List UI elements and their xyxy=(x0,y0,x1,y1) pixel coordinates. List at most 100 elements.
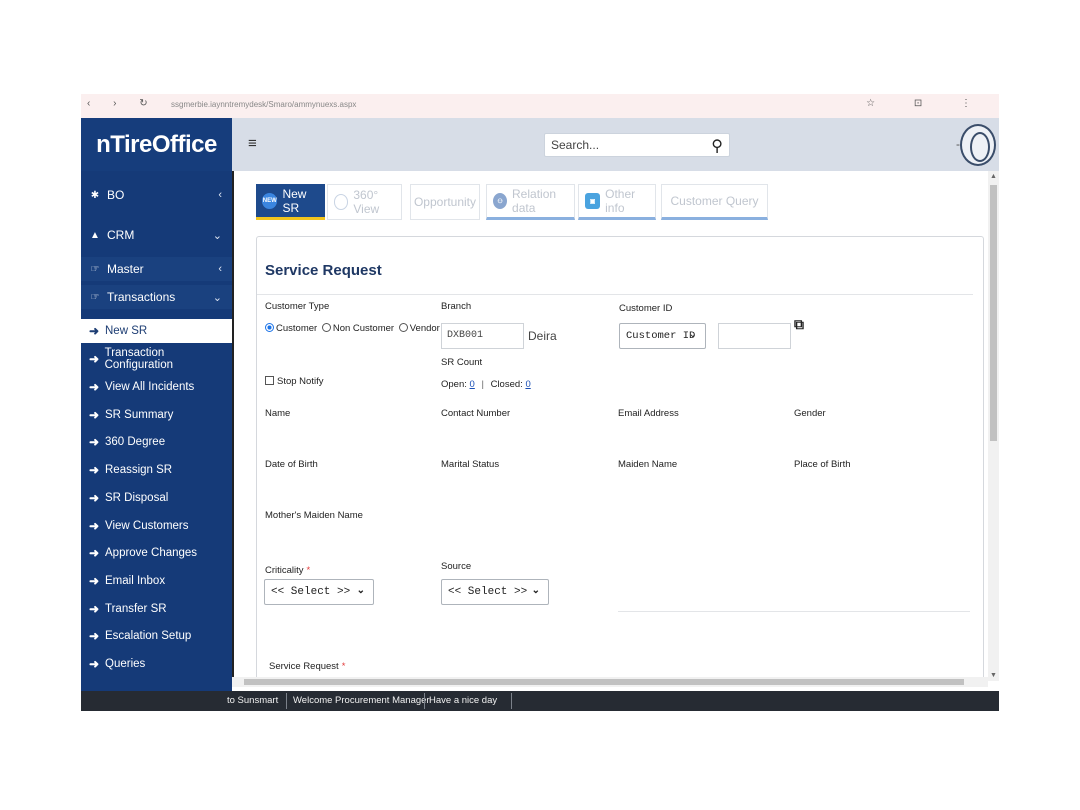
sidebar-section-label: Master xyxy=(107,262,144,276)
hamburger-menu-icon[interactable]: ≡ xyxy=(248,135,257,152)
scroll-up-icon[interactable]: ▲ xyxy=(990,173,997,180)
status-divider xyxy=(286,693,287,709)
criticality-select[interactable]: << Select >> ⌄ xyxy=(264,579,374,605)
arrow-right-icon: ➜ xyxy=(89,574,100,588)
vendor-radio[interactable] xyxy=(398,323,408,332)
sidebar-item-label: SR Summary xyxy=(105,409,174,421)
sidebar-item-email-inbox[interactable]: ➜ Email Inbox xyxy=(81,569,232,593)
sidebar-item-view-all-incidents[interactable]: ➜ View All Incidents xyxy=(81,375,232,399)
maiden-name-label: Maiden Name xyxy=(618,459,678,470)
sr-count-values: Open: 0 | Closed: 0 xyxy=(441,379,531,390)
source-select[interactable]: << Select >> ⌄ xyxy=(441,579,549,605)
sidebar-item-label: Queries xyxy=(105,658,146,670)
sidebar-item-label: View Customers xyxy=(105,520,189,532)
required-mark: * xyxy=(341,661,346,672)
browser-nav-icons[interactable]: ‹ › ↻ xyxy=(87,98,158,109)
arrow-right-icon: ➜ xyxy=(89,629,100,643)
horizontal-scrollbar[interactable] xyxy=(232,677,988,687)
external-link-icon[interactable]: ⧉ xyxy=(794,316,804,333)
arrow-right-icon: ➜ xyxy=(89,657,100,671)
scroll-down-icon[interactable]: ▼ xyxy=(990,672,997,679)
scrollbar-thumb[interactable] xyxy=(990,185,997,441)
user-icon: ▲ xyxy=(90,229,100,241)
arrow-right-icon: ➜ xyxy=(89,463,100,477)
sidebar-item-approve-changes[interactable]: ➜ Approve Changes xyxy=(81,541,232,565)
sidebar-item-transaction-configuration[interactable]: ➜ Transaction Configuration xyxy=(81,347,232,371)
top-header: ≡ Search... ⚲ - xyxy=(232,118,999,171)
closed-count-link[interactable]: 0 xyxy=(525,379,530,390)
hscrollbar-thumb[interactable] xyxy=(244,679,964,685)
tab-360-view[interactable]: 360° View xyxy=(327,184,402,220)
sidebar-item-label: Transaction Configuration xyxy=(104,347,173,371)
non-customer-radio-label: Non Customer xyxy=(332,323,395,334)
non-customer-radio[interactable] xyxy=(321,323,331,332)
sidebar-section-master[interactable]: ☞ Master ‹ xyxy=(81,257,232,281)
marital-status-label: Marital Status xyxy=(441,459,500,470)
open-label: Open: xyxy=(441,379,467,390)
browser-toolbar: ‹ › ↻ ssgmerbie.iaynntremydesk/Smaro/amm… xyxy=(81,94,999,118)
tab-relation-data[interactable]: ⚇ Relation data xyxy=(486,184,575,220)
sidebar-item-sr-summary[interactable]: ➜ SR Summary xyxy=(81,403,232,427)
tab-customer-query[interactable]: Customer Query xyxy=(661,184,768,220)
sidebar-item-reassign-sr[interactable]: ➜ Reassign SR xyxy=(81,458,232,482)
arrow-right-icon: ➜ xyxy=(89,519,100,533)
tab-label: Relation data xyxy=(512,187,557,215)
tab-other-info[interactable]: ▣ Other info xyxy=(578,184,656,220)
info-icon: ▣ xyxy=(585,193,601,209)
arrow-right-icon: ➜ xyxy=(89,380,100,394)
circle-icon xyxy=(334,194,349,210)
chevron-down-icon: ⌄ xyxy=(688,329,697,340)
stop-notify-checkbox[interactable] xyxy=(265,376,274,385)
sidebar-section-transactions[interactable]: ☞ Transactions ⌄ xyxy=(81,285,232,309)
branch-label: Branch xyxy=(441,301,472,312)
arrow-right-icon: ➜ xyxy=(89,324,100,338)
sr-count-label: SR Count xyxy=(441,357,483,368)
gender-label: Gender xyxy=(794,408,826,419)
sidebar-section-bo[interactable]: ✱ BO ‹ xyxy=(81,183,232,207)
branch-code-field[interactable]: DXB001 xyxy=(441,323,524,349)
app-logo[interactable]: nTireOffice xyxy=(81,118,232,171)
sidebar-item-escalation-setup[interactable]: ➜ Escalation Setup xyxy=(81,624,232,648)
arrow-right-icon: ➜ xyxy=(89,408,100,422)
customer-id-select[interactable]: Customer ID ⌄ xyxy=(619,323,706,349)
email-address-label: Email Address xyxy=(618,408,679,419)
sidebar-item-360-degree[interactable]: ➜ 360 Degree xyxy=(81,430,232,454)
sidebar-item-sr-disposal[interactable]: ➜ SR Disposal xyxy=(81,486,232,510)
vertical-scrollbar[interactable]: ▲ ▼ xyxy=(988,171,999,681)
sidebar-item-new-sr[interactable]: ➜ New SR xyxy=(81,319,232,343)
sidebar-item-queries[interactable]: ➜ Queries xyxy=(81,652,232,676)
chevron-down-icon: ⌄ xyxy=(356,585,365,596)
open-count-link[interactable]: 0 xyxy=(470,379,475,390)
sidebar-item-view-customers[interactable]: ➜ View Customers xyxy=(81,514,232,538)
tab-opportunity[interactable]: Opportunity xyxy=(410,184,480,220)
search-icon[interactable]: ⚲ xyxy=(711,136,723,156)
browser-actions-icons[interactable]: ☆ ⊡ ⋮ xyxy=(866,98,989,109)
source-label: Source xyxy=(441,561,472,572)
search-input[interactable]: Search... ⚲ xyxy=(544,133,730,157)
contact-number-label: Contact Number xyxy=(441,408,511,419)
criticality-label: Criticality * xyxy=(265,565,310,576)
search-placeholder: Search... xyxy=(551,138,600,152)
tab-label: Customer Query xyxy=(670,194,759,208)
sidebar-item-label: New SR xyxy=(105,325,148,337)
mothers-maiden-name-label: Mother's Maiden Name xyxy=(265,510,363,521)
service-request-label: Service Request * xyxy=(269,661,345,672)
tab-label: Other info xyxy=(605,187,636,215)
chevron-left-icon: ‹ xyxy=(218,263,222,275)
hand-pointer-icon: ☞ xyxy=(90,291,100,303)
sidebar-item-label: Escalation Setup xyxy=(105,630,192,642)
user-avatar-icon[interactable] xyxy=(960,124,996,166)
relation-icon: ⚇ xyxy=(493,193,508,209)
status-divider xyxy=(511,693,512,709)
place-of-birth-label: Place of Birth xyxy=(794,459,851,470)
form-title: Service Request xyxy=(265,262,382,279)
address-bar[interactable]: ssgmerbie.iaynntremydesk/Smaro/ammynuexs… xyxy=(171,100,356,109)
tab-new-sr[interactable]: NEW New SR xyxy=(256,184,325,220)
sidebar-item-transfer-sr[interactable]: ➜ Transfer SR xyxy=(81,597,232,621)
customer-type-label: Customer Type xyxy=(265,301,330,312)
customer-id-field[interactable] xyxy=(718,323,791,349)
customer-radio[interactable] xyxy=(265,323,274,332)
customer-id-label: Customer ID xyxy=(619,303,673,314)
sidebar-item-label: Reassign SR xyxy=(105,464,173,476)
sidebar-section-crm[interactable]: ▲ CRM ⌄ xyxy=(81,223,232,247)
